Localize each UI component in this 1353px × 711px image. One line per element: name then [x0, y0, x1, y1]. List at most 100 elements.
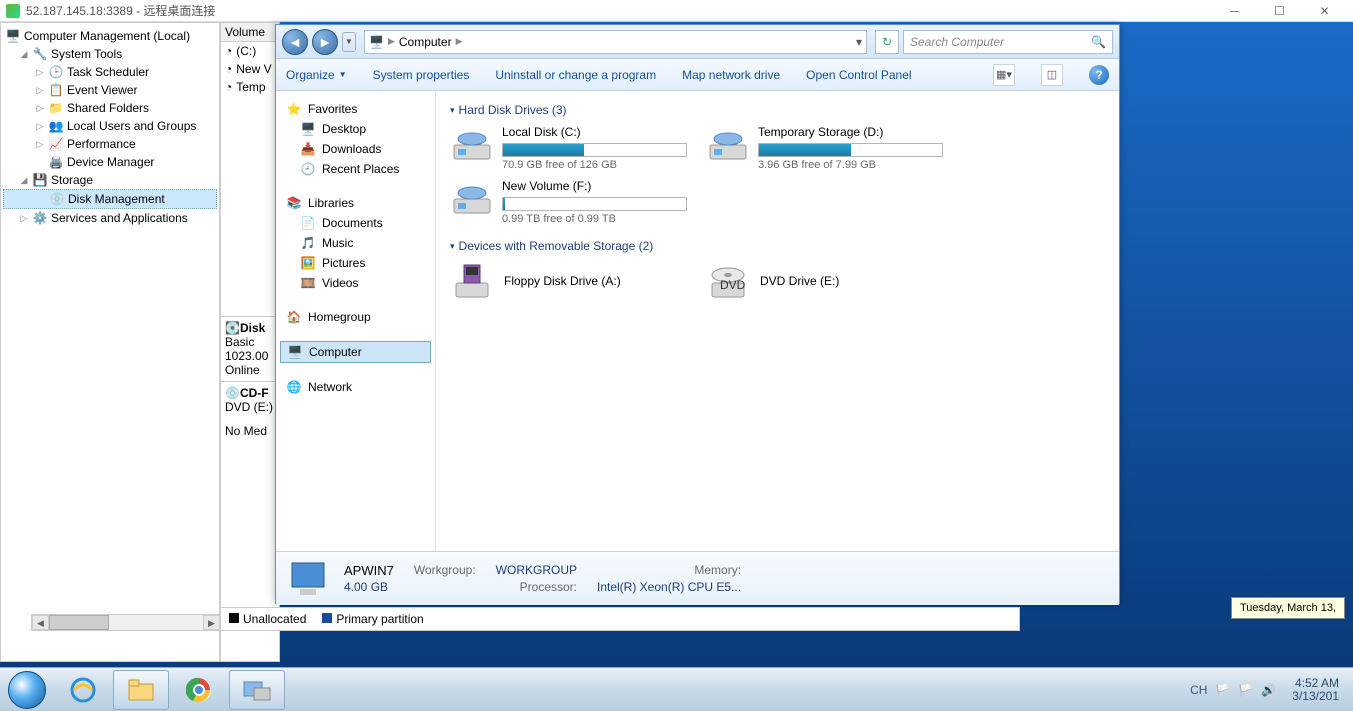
- group-hard-disk-drives[interactable]: ▾Hard Disk Drives (3): [450, 103, 1105, 117]
- computer-icon: 🖥️: [287, 344, 303, 360]
- address-bar[interactable]: 🖥️ ▶ Computer ▶ ▾: [364, 30, 867, 54]
- nav-music[interactable]: 🎵Music: [280, 233, 431, 253]
- drive-item[interactable]: New Volume (F:) 0.99 TB free of 0.99 TB: [450, 179, 690, 225]
- favorites-header[interactable]: ⭐Favorites: [280, 99, 431, 119]
- volume-row[interactable]: ◔New V: [221, 60, 279, 78]
- preview-pane-button[interactable]: ◫: [1041, 64, 1063, 86]
- tree-local-users[interactable]: ▷👥Local Users and Groups: [3, 117, 217, 135]
- expand-icon[interactable]: ▷: [35, 85, 45, 96]
- collapse-icon[interactable]: ▾: [450, 105, 455, 116]
- volume-row[interactable]: ◔(C:): [221, 42, 279, 60]
- nav-documents[interactable]: 📄Documents: [280, 213, 431, 233]
- organize-menu[interactable]: Organize▼: [286, 68, 347, 82]
- nav-videos[interactable]: 🎞️Videos: [280, 273, 431, 293]
- svg-text:DVD: DVD: [720, 278, 746, 292]
- breadcrumb-computer[interactable]: Computer: [399, 35, 452, 49]
- tree-performance[interactable]: ▷📈Performance: [3, 135, 217, 153]
- help-button[interactable]: ?: [1089, 65, 1109, 85]
- nav-computer[interactable]: 🖥️Computer: [280, 341, 431, 363]
- drive-item[interactable]: Local Disk (C:) 70.9 GB free of 126 GB: [450, 125, 690, 171]
- expand-icon[interactable]: ▷: [35, 67, 45, 78]
- breadcrumb-sep-icon[interactable]: ▶: [388, 36, 395, 47]
- volume-icon[interactable]: 🔊: [1261, 683, 1276, 697]
- downloads-icon: 📥: [300, 141, 316, 157]
- taskbar-chrome[interactable]: [171, 670, 227, 710]
- navigation-pane: ⭐Favorites 🖥️Desktop 📥Downloads 🕘Recent …: [276, 91, 436, 551]
- map-drive-button[interactable]: Map network drive: [682, 68, 780, 82]
- volume-row[interactable]: ◔Temp: [221, 78, 279, 96]
- horizontal-scrollbar[interactable]: ◀ ▶: [31, 614, 221, 631]
- tree-system-tools[interactable]: ◢ 🔧 System Tools: [3, 45, 217, 63]
- nav-downloads[interactable]: 📥Downloads: [280, 139, 431, 159]
- tree-shared-folders[interactable]: ▷📁Shared Folders: [3, 99, 217, 117]
- scroll-right-icon[interactable]: ▶: [203, 615, 220, 630]
- back-button[interactable]: ◄: [282, 29, 308, 55]
- nav-bar: ◄ ► ▼ 🖥️ ▶ Computer ▶ ▾ ↻ Search Compute…: [276, 25, 1119, 59]
- tree-event-viewer[interactable]: ▷📋Event Viewer: [3, 81, 217, 99]
- view-options-button[interactable]: ▦▾: [993, 64, 1015, 86]
- history-dropdown[interactable]: ▼: [342, 32, 356, 52]
- breadcrumb-sep-icon[interactable]: ▶: [456, 36, 463, 47]
- nav-recent[interactable]: 🕘Recent Places: [280, 159, 431, 179]
- taskbar-compmgmt[interactable]: [229, 670, 285, 710]
- desktop-icon: 🖥️: [300, 121, 316, 137]
- forward-button[interactable]: ►: [312, 29, 338, 55]
- nav-desktop[interactable]: 🖥️Desktop: [280, 119, 431, 139]
- tree-disk-management[interactable]: 💿Disk Management: [3, 189, 217, 209]
- tree-services-apps[interactable]: ▷⚙️Services and Applications: [3, 209, 217, 227]
- drive-item[interactable]: Temporary Storage (D:) 3.96 GB free of 7…: [706, 125, 946, 171]
- nav-pictures[interactable]: 🖼️Pictures: [280, 253, 431, 273]
- collapse-icon[interactable]: ◢: [19, 175, 29, 186]
- control-panel-button[interactable]: Open Control Panel: [806, 68, 911, 82]
- taskbar-ie[interactable]: [55, 670, 111, 710]
- address-dropdown-icon[interactable]: ▾: [856, 35, 862, 49]
- services-icon: ⚙️: [32, 210, 48, 226]
- tools-icon: 🔧: [32, 46, 48, 62]
- device-item[interactable]: Floppy Disk Drive (A:): [450, 261, 690, 301]
- device-name: Floppy Disk Drive (A:): [504, 274, 621, 288]
- tree-root[interactable]: 🖥️ Computer Management (Local): [3, 27, 217, 45]
- minimize-button[interactable]: ─: [1212, 1, 1257, 21]
- tree-task-scheduler[interactable]: ▷🕒Task Scheduler: [3, 63, 217, 81]
- expand-icon[interactable]: ▷: [35, 121, 45, 132]
- action-center-icon[interactable]: 🏳️: [1238, 683, 1253, 697]
- volume-header[interactable]: Volume: [221, 23, 279, 42]
- search-input[interactable]: Search Computer 🔍: [903, 30, 1113, 54]
- system-properties-button[interactable]: System properties: [373, 68, 470, 82]
- flag-icon[interactable]: 🏳️: [1215, 683, 1230, 697]
- disk-icon: 💿: [49, 191, 65, 207]
- expand-icon[interactable]: ▷: [19, 213, 29, 224]
- search-icon[interactable]: 🔍: [1091, 35, 1106, 49]
- content-pane: ▾Hard Disk Drives (3) Local Disk (C:) 70…: [436, 91, 1119, 551]
- libraries-header[interactable]: 📚Libraries: [280, 193, 431, 213]
- uninstall-button[interactable]: Uninstall or change a program: [495, 68, 656, 82]
- homegroup-header[interactable]: 🏠Homegroup: [280, 307, 431, 327]
- libraries-icon: 📚: [286, 195, 302, 211]
- close-button[interactable]: ✕: [1302, 1, 1347, 21]
- start-button[interactable]: [0, 670, 54, 710]
- expand-icon[interactable]: ▷: [35, 139, 45, 150]
- tree-device-manager[interactable]: 🖨️Device Manager: [3, 153, 217, 171]
- documents-icon: 📄: [300, 215, 316, 231]
- scroll-thumb[interactable]: [49, 615, 109, 630]
- refresh-button[interactable]: ↻: [875, 30, 899, 54]
- taskbar-explorer[interactable]: [113, 670, 169, 710]
- scroll-left-icon[interactable]: ◀: [32, 615, 49, 630]
- language-indicator[interactable]: CH: [1190, 683, 1207, 697]
- computer-management-window: 🖥️ Computer Management (Local) ◢ 🔧 Syste…: [0, 22, 220, 662]
- maximize-button[interactable]: ☐: [1257, 1, 1302, 21]
- search-placeholder: Search Computer: [910, 35, 1004, 49]
- collapse-icon[interactable]: ◢: [19, 49, 29, 60]
- network-icon: 🌐: [286, 379, 302, 395]
- expand-icon[interactable]: ▷: [35, 103, 45, 114]
- clock[interactable]: 4:52 AM 3/13/201: [1284, 677, 1347, 703]
- device-item[interactable]: DVDDVD Drive (E:): [706, 261, 946, 301]
- computer-large-icon: [288, 559, 332, 599]
- collapse-icon[interactable]: ▾: [450, 241, 455, 252]
- tree-storage[interactable]: ◢💾Storage: [3, 171, 217, 189]
- clock-icon: 🕒: [48, 64, 64, 80]
- nav-network[interactable]: 🌐Network: [280, 377, 431, 397]
- details-pane: APWIN7 Workgroup: WORKGROUP Memory: 4.00…: [276, 551, 1119, 605]
- group-removable[interactable]: ▾Devices with Removable Storage (2): [450, 239, 1105, 253]
- homegroup-icon: 🏠: [286, 309, 302, 325]
